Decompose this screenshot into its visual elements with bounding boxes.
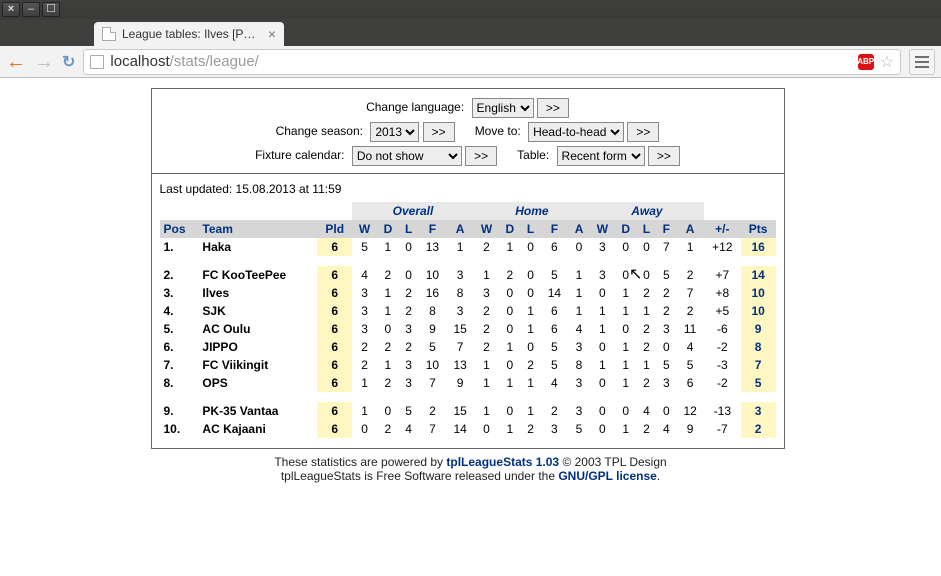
table-row: 9.PK-35 Vantaa610521510123004012-133 — [160, 402, 776, 420]
table-row: 4.SJK6312832016111122+510 — [160, 302, 776, 320]
overall-header: Overall — [352, 202, 474, 220]
language-label: Change language: — [366, 100, 468, 114]
reload-button[interactable]: ↻ — [62, 52, 75, 72]
forward-button[interactable]: → — [34, 52, 54, 72]
season-go-button[interactable]: >> — [423, 122, 455, 142]
back-button[interactable]: ← — [6, 52, 26, 72]
col-pos: Pos — [160, 220, 199, 238]
adblock-icon[interactable]: ABP — [858, 54, 874, 70]
window-minimize-button[interactable]: – — [22, 2, 40, 17]
footer-link-stats[interactable]: tplLeagueStats 1.03 — [446, 455, 559, 469]
table-select[interactable]: Recent form — [557, 146, 645, 166]
moveto-label: Move to: — [475, 124, 525, 138]
away-header: Away — [590, 202, 704, 220]
table-row: 3.Ilves631216830014101227+810 — [160, 284, 776, 302]
table-row: 10.AC Kajaani60247140123501249-72 — [160, 420, 776, 438]
bookmark-icon[interactable]: ☆ — [880, 52, 894, 72]
table-label: Table: — [517, 148, 553, 162]
moveto-select[interactable]: Head-to-head — [528, 122, 624, 142]
season-select[interactable]: 2013 — [370, 122, 419, 142]
site-icon — [90, 55, 104, 69]
table-row: 2.FC KooTeePee64201031205130052+714 — [160, 266, 776, 284]
table-go-button[interactable]: >> — [648, 146, 680, 166]
hamburger-menu-button[interactable] — [909, 49, 935, 75]
col-team: Team — [198, 220, 317, 238]
footer-link-license[interactable]: GNU/GPL license — [558, 469, 656, 483]
language-go-button[interactable]: >> — [537, 98, 569, 118]
browser-tabstrip: League tables: Ilves [Powe × — [0, 19, 941, 46]
tab-close-icon[interactable]: × — [268, 26, 276, 42]
col-pts: Pts — [741, 220, 776, 238]
address-bar[interactable]: localhost/stats/league/ ABP ☆ — [83, 49, 901, 75]
window-titlebar: × – ☐ — [0, 0, 941, 19]
fixture-select[interactable]: Do not show — [352, 146, 462, 166]
table-row: 5.AC Oulu630391520164102311-69 — [160, 320, 776, 338]
url-text: localhost/stats/league/ — [110, 53, 851, 70]
league-panel: Change language: English >> Change seaso… — [151, 88, 785, 449]
language-select[interactable]: English — [472, 98, 534, 118]
browser-toolbar: ← → ↻ localhost/stats/league/ ABP ☆ — [0, 46, 941, 78]
table-row: 1.Haka65101312106030071+1216 — [160, 238, 776, 256]
col-pld: Pld — [317, 220, 352, 238]
league-table: Overall Home Away Pos Team Pld WDLFA WDL… — [160, 202, 776, 438]
browser-tab[interactable]: League tables: Ilves [Powe × — [94, 22, 284, 46]
fixture-label: Fixture calendar: — [255, 148, 348, 162]
table-row: 7.FC Viikingit621310131025811155-37 — [160, 356, 776, 374]
moveto-go-button[interactable]: >> — [627, 122, 659, 142]
table-row: 8.OPS6123791114301236-25 — [160, 374, 776, 392]
home-header: Home — [474, 202, 590, 220]
page-icon — [102, 27, 116, 41]
col-plusminus: +/- — [704, 220, 741, 238]
last-updated-text: Last updated: 15.08.2013 at 11:59 — [160, 180, 776, 202]
page-content: Change language: English >> Change seaso… — [0, 78, 941, 576]
footer-text: These statistics are powered by tplLeagu… — [151, 449, 791, 483]
window-close-button[interactable]: × — [2, 2, 20, 17]
tab-title: League tables: Ilves [Powe — [122, 27, 262, 41]
fixture-go-button[interactable]: >> — [465, 146, 497, 166]
window-maximize-button[interactable]: ☐ — [42, 2, 60, 17]
season-label: Change season: — [276, 124, 367, 138]
table-row: 6.JIPPO6222572105301204-28 — [160, 338, 776, 356]
controls-bar: Change language: English >> Change seaso… — [152, 89, 784, 174]
